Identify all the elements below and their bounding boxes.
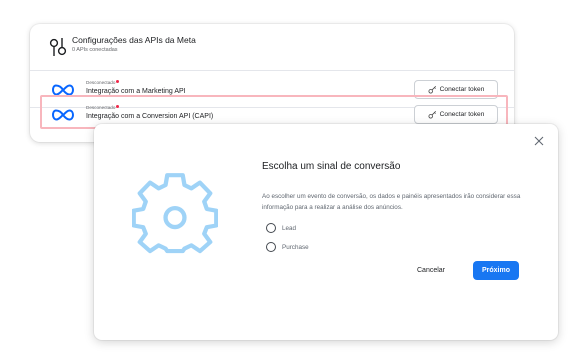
option-purchase[interactable]: Purchase	[266, 241, 309, 253]
radio-lead[interactable]	[266, 223, 276, 233]
api-settings-title: Configurações das APIs da Meta	[72, 35, 196, 45]
option-label: Purchase	[282, 243, 309, 251]
connection-status: Desconectado	[86, 105, 120, 110]
next-button[interactable]: Próximo	[473, 261, 519, 280]
api-settings-icon	[49, 38, 67, 56]
conversion-api-label: Integração com a Conversion API (CAPI)	[86, 113, 214, 120]
connected-apis-count: 0 APIs conectadas	[72, 47, 118, 53]
connect-token-label: Conectar token	[439, 86, 485, 93]
marketing-api-label: Integração com a Marketing API	[86, 88, 186, 95]
meta-logo-icon	[52, 84, 74, 96]
modal-description: Ao escolher um evento de conversão, os d…	[262, 193, 521, 211]
token-key-icon	[428, 85, 436, 94]
connect-token-label: Conectar token	[439, 111, 485, 118]
close-icon[interactable]	[534, 136, 544, 146]
gear-icon	[132, 173, 218, 254]
divider	[30, 70, 514, 71]
option-lead[interactable]: Lead	[266, 222, 296, 234]
conversion-signal-modal: Escolha um sinal de conversão Ao escolhe…	[94, 124, 558, 340]
modal-title: Escolha um sinal de conversão	[262, 161, 401, 172]
connect-token-button[interactable]: Conectar token	[414, 80, 498, 99]
status-dot	[116, 80, 120, 83]
token-key-icon	[428, 110, 436, 119]
status-dot	[116, 105, 120, 108]
cancel-button[interactable]: Cancelar	[417, 261, 445, 279]
radio-purchase[interactable]	[266, 242, 276, 252]
option-label: Lead	[282, 224, 297, 232]
connection-status: Desconectado	[86, 80, 120, 85]
connect-token-button[interactable]: Conectar token	[414, 105, 498, 124]
